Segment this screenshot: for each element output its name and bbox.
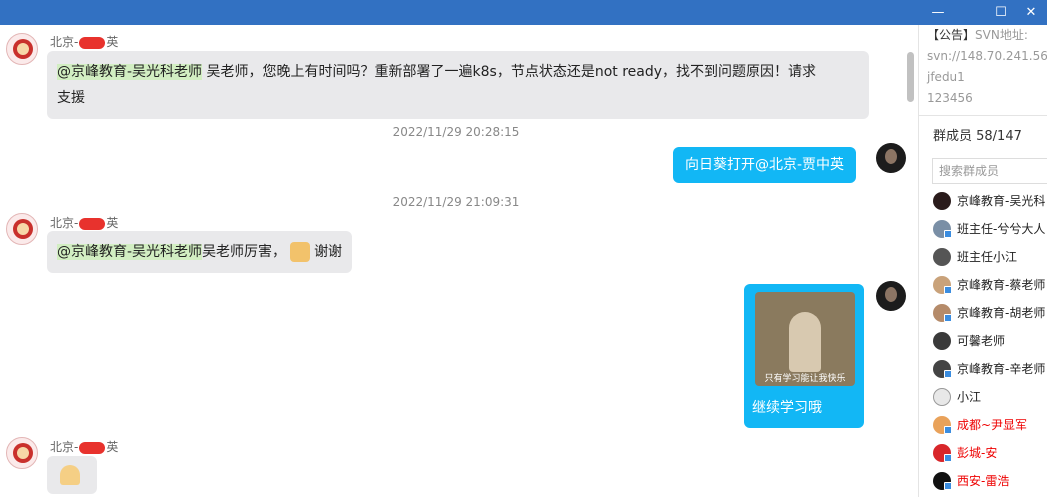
member-item[interactable]: 西安-雷浩 [933, 470, 1047, 492]
message-bubble[interactable] [47, 456, 97, 494]
message-bubble[interactable]: @京峰教育-吴光科老师吴老师厉害， 谢谢 [47, 231, 353, 273]
message-text: 谢谢 [314, 244, 343, 260]
chat-panel: 北京- 英 @京峰教育-吴光科老师 吴老师，您晚上有时间吗？重新部署了一遍k8s，… [0, 25, 918, 497]
video-thumbnail[interactable]: 只有学习能让我快乐 [755, 292, 855, 386]
avatar[interactable] [6, 213, 38, 245]
maximize-icon[interactable]: ☐ [985, 0, 1017, 25]
member-item[interactable]: 彭城-安 [933, 442, 1047, 464]
mention-tag[interactable]: @京峰教育-吴光科老师 [57, 244, 203, 260]
divider [919, 115, 1047, 116]
message-text: 吴老师，您晚上有时间吗？重新部署了一遍k8s，节点状态还是not ready，找… [202, 64, 817, 80]
member-item[interactable]: 京峰教育-吴光科 [933, 190, 1047, 212]
redaction-mark [79, 441, 106, 454]
timestamp: 2022/11/29 21:09:31 [392, 195, 520, 209]
video-caption: 只有学习能让我快乐 [764, 374, 846, 384]
redaction-mark [79, 36, 106, 49]
video-message-bubble[interactable]: 只有学习能让我快乐 继续学习哦 [744, 284, 864, 428]
redaction-mark [79, 217, 106, 230]
message-bubble[interactable]: 向日葵打开@北京-贾中英 [673, 147, 857, 183]
message-text: 继续学习哦 [752, 400, 822, 416]
avatar[interactable] [876, 281, 906, 311]
chat-scrollbar[interactable] [907, 52, 914, 102]
praying-hands-icon [60, 465, 80, 485]
sender-name: 北京- 英 [50, 35, 119, 49]
member-search-input[interactable]: 搜索群成员 [932, 158, 1047, 184]
close-icon[interactable]: ✕ [1015, 0, 1047, 25]
announcement[interactable]: 【公告】SVN地址: svn://148.70.241.56:8 jfedu1 … [927, 25, 1047, 109]
avatar[interactable] [876, 143, 906, 173]
members-title: 群成员 58/147 [933, 129, 1022, 144]
message-bubble[interactable]: @京峰教育-吴光科老师 吴老师，您晚上有时间吗？重新部署了一遍k8s，节点状态还… [47, 51, 869, 119]
member-item[interactable]: 京峰教育-胡老师 [933, 302, 1047, 324]
thumbs-up-icon [290, 242, 311, 262]
mention-tag[interactable]: @京峰教育-吴光科老师 [57, 64, 203, 80]
member-item[interactable]: 京峰教育-辛老师 [933, 358, 1047, 380]
member-item[interactable]: 成都~尹显军 [933, 414, 1047, 436]
member-item[interactable]: 可馨老师 [933, 330, 1047, 352]
member-item[interactable]: 班主任小江 [933, 246, 1047, 268]
title-bar: — ☐ ✕ [0, 0, 1047, 25]
message-text: 向日葵打开@北京-贾中英 [685, 157, 845, 173]
member-item[interactable]: 班主任-兮兮大人 [933, 218, 1047, 240]
sender-name: 北京- 英 [50, 440, 119, 454]
avatar[interactable] [6, 33, 38, 65]
group-sidebar: 【公告】SVN地址: svn://148.70.241.56:8 jfedu1 … [918, 25, 1047, 497]
member-item[interactable]: 小江 [933, 386, 1047, 408]
sender-name: 北京- 英 [50, 216, 119, 230]
avatar[interactable] [6, 437, 38, 469]
minimize-icon[interactable]: — [922, 0, 954, 25]
timestamp: 2022/11/29 20:28:15 [392, 125, 520, 139]
message-text: 吴老师厉害， [202, 244, 287, 260]
message-text: 支援 [57, 90, 85, 106]
member-item[interactable]: 京峰教育-蔡老师 [933, 274, 1047, 296]
